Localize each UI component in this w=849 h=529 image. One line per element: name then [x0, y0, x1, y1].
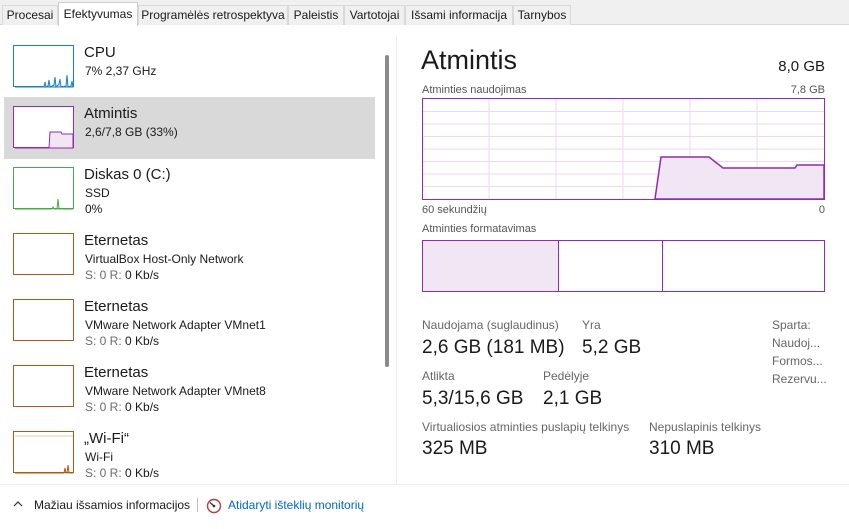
resource-name: Diskas 0 (C:) — [84, 166, 171, 183]
wifi-thumbnail-graph — [13, 431, 74, 474]
memory-thumbnail-graph — [13, 106, 74, 149]
resource-list: CPU 7% 2,37 GHz Atmintis 2,6/7,8 GB (33%… — [0, 36, 384, 484]
tab-performance[interactable]: Efektyvumas — [58, 2, 138, 26]
resource-type: SSD — [85, 186, 110, 200]
chevron-up-icon[interactable] — [13, 499, 23, 509]
composition-free — [663, 241, 824, 291]
disk-thumbnail-graph — [13, 167, 74, 210]
tab-startup[interactable]: Paleistis — [288, 5, 344, 25]
open-resource-monitor-link[interactable]: Atidaryti išteklių monitorių — [228, 498, 364, 512]
composition-modified — [559, 241, 663, 291]
resource-value: 2,6/7,8 GB (33%) — [85, 125, 178, 139]
available-value: 5,2 GB — [582, 337, 642, 358]
cpu-thumbnail-graph — [13, 45, 74, 88]
paged-pool-value: 325 MB — [422, 438, 488, 459]
resource-monitor-icon[interactable] — [206, 498, 222, 514]
resource-item-ethernet-virtualbox[interactable]: Eternetas VirtualBox Host-Only Network S… — [4, 224, 375, 286]
resource-name: Eternetas — [84, 298, 149, 315]
throughput: S: 0 R: 0 Kb/s — [85, 466, 160, 480]
resource-value: 0% — [85, 202, 103, 216]
total-memory: 8,0 GB — [778, 58, 825, 75]
ethernet-thumbnail-graph — [13, 299, 74, 341]
page-title: Atmintis — [421, 45, 518, 75]
usage-graph-max: 7,8 GB — [790, 84, 825, 96]
resource-name: Eternetas — [84, 232, 149, 249]
speed-label: Sparta: — [772, 318, 811, 332]
memory-composition-bar — [422, 240, 825, 292]
usage-graph-label: Atminties naudojimas — [422, 84, 527, 96]
resource-item-ethernet-vmnet8[interactable]: Eternetas VMware Network Adapter VMnet8 … — [4, 356, 375, 418]
tab-services[interactable]: Tarnybos — [513, 5, 571, 25]
resource-name: „Wi-Fi“ — [84, 430, 129, 447]
committed-value: 5,3/15,6 GB — [422, 388, 524, 409]
shared-value: 2,1 GB — [543, 388, 603, 409]
footer-bar: Mažiau išsamios informacijos Atidaryti i… — [0, 484, 849, 529]
paged-pool-label: Virtualiosios atminties puslapių telkiny… — [422, 420, 630, 434]
form-factor-label: Formos... — [772, 354, 823, 368]
throughput: S: 0 R: 0 Kb/s — [85, 268, 160, 282]
resource-item-wifi[interactable]: „Wi-Fi“ Wi-Fi S: 0 R: 0 Kb/s — [4, 422, 375, 484]
nonpaged-pool-label: Nepuslapinis telkinys — [649, 420, 762, 434]
shared-label: Pedėlyje — [543, 369, 590, 383]
graph-time-right: 0 — [818, 204, 825, 216]
slots-used-label: Naudoj... — [772, 336, 821, 350]
resource-item-ethernet-vmnet1[interactable]: Eternetas VMware Network Adapter VMnet1 … — [4, 290, 375, 352]
resource-item-memory[interactable]: Atmintis 2,6/7,8 GB (33%) — [4, 97, 375, 159]
footer-separator — [197, 498, 198, 512]
adapter-name: VMware Network Adapter VMnet8 — [85, 384, 266, 398]
tab-processes[interactable]: Procesai — [2, 5, 58, 25]
adapter-name: Wi-Fi — [85, 450, 113, 464]
tab-users[interactable]: Vartotojai — [344, 5, 405, 25]
resource-item-disk[interactable]: Diskas 0 (C:) SSD 0% — [4, 158, 375, 220]
resource-value: 7% 2,37 GHz — [85, 64, 157, 78]
throughput: S: 0 R: 0 Kb/s — [85, 334, 160, 348]
ethernet-thumbnail-graph — [13, 365, 74, 407]
composition-in-use — [423, 241, 559, 291]
tab-details[interactable]: Išsami informacija — [405, 5, 513, 25]
fewer-details-button[interactable]: Mažiau išsamios informacijos — [34, 498, 190, 512]
graph-time-left: 60 sekundžių — [422, 204, 487, 216]
memory-usage-graph — [422, 98, 825, 200]
hardware-reserved-label: Rezervu... — [772, 372, 827, 386]
panel-divider — [396, 36, 397, 484]
resource-list-scrollbar[interactable] — [385, 55, 389, 367]
adapter-name: VMware Network Adapter VMnet1 — [85, 318, 266, 332]
resource-item-cpu[interactable]: CPU 7% 2,37 GHz — [4, 36, 375, 98]
resource-name: Atmintis — [84, 105, 138, 122]
ethernet-thumbnail-graph — [13, 233, 74, 275]
in-use-value: 2,6 GB (181 MB) — [422, 337, 565, 358]
throughput: S: 0 R: 0 Kb/s — [85, 400, 160, 414]
available-label: Yra — [582, 318, 601, 332]
tab-bar: Procesai Efektyvumas Programėlės retrosp… — [0, 0, 849, 26]
nonpaged-pool-value: 310 MB — [649, 438, 715, 459]
tab-app-history[interactable]: Programėlės retrospektyva — [138, 5, 288, 25]
composition-label: Atminties formatavimas — [422, 223, 537, 235]
task-manager-window: Procesai Efektyvumas Programėlės retrosp… — [0, 0, 849, 529]
adapter-name: VirtualBox Host-Only Network — [85, 252, 244, 266]
committed-label: Atlikta — [422, 369, 455, 383]
resource-name: Eternetas — [84, 364, 149, 381]
resource-name: CPU — [84, 44, 116, 61]
in-use-label: Naudojama (suglaudinus) — [422, 318, 559, 332]
